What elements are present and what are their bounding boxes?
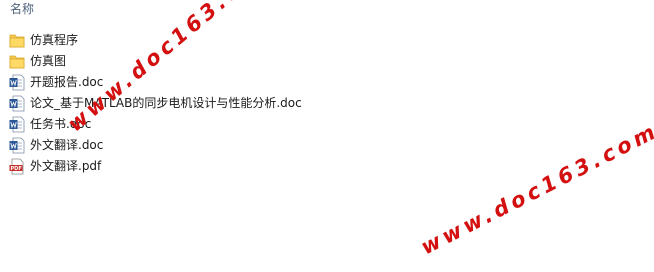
word-doc-icon	[9, 116, 25, 133]
list-item-file[interactable]: 论文_基于MATLAB的同步电机设计与性能分析.doc	[0, 93, 654, 114]
file-list: 仿真程序 仿真图 开题报告.doc 论文_基于MATLAB的同步电机设计与性能分…	[0, 30, 654, 177]
svg-text:PDF: PDF	[11, 166, 22, 172]
word-doc-icon	[9, 74, 25, 91]
word-doc-icon	[9, 95, 25, 112]
file-name: 仿真图	[30, 54, 67, 68]
pdf-icon: PDF	[9, 158, 25, 175]
file-name: 外文翻译.pdf	[30, 159, 102, 173]
list-item-file[interactable]: 任务书.doc	[0, 114, 654, 135]
folder-icon	[9, 53, 25, 70]
list-item-file[interactable]: 外文翻译.doc	[0, 135, 654, 156]
list-item-folder[interactable]: 仿真程序	[0, 30, 654, 51]
file-name: 外文翻译.doc	[30, 138, 104, 152]
word-doc-icon	[9, 137, 25, 154]
list-item-folder[interactable]: 仿真图	[0, 51, 654, 72]
list-item-file[interactable]: PDF 外文翻译.pdf	[0, 156, 654, 177]
column-header-bar[interactable]: 名称	[0, 0, 654, 18]
folder-icon	[9, 32, 25, 49]
file-name: 任务书.doc	[30, 117, 92, 131]
name-column-header[interactable]: 名称	[10, 2, 34, 16]
file-name: 仿真程序	[30, 33, 79, 47]
list-item-file[interactable]: 开题报告.doc	[0, 72, 654, 93]
file-name: 论文_基于MATLAB的同步电机设计与性能分析.doc	[30, 96, 302, 110]
file-name: 开题报告.doc	[30, 75, 104, 89]
file-explorer-view: 名称 仿真程序 仿真图 开题报告.doc 论文_基于MATLAB的同步电机设计与…	[0, 0, 654, 272]
